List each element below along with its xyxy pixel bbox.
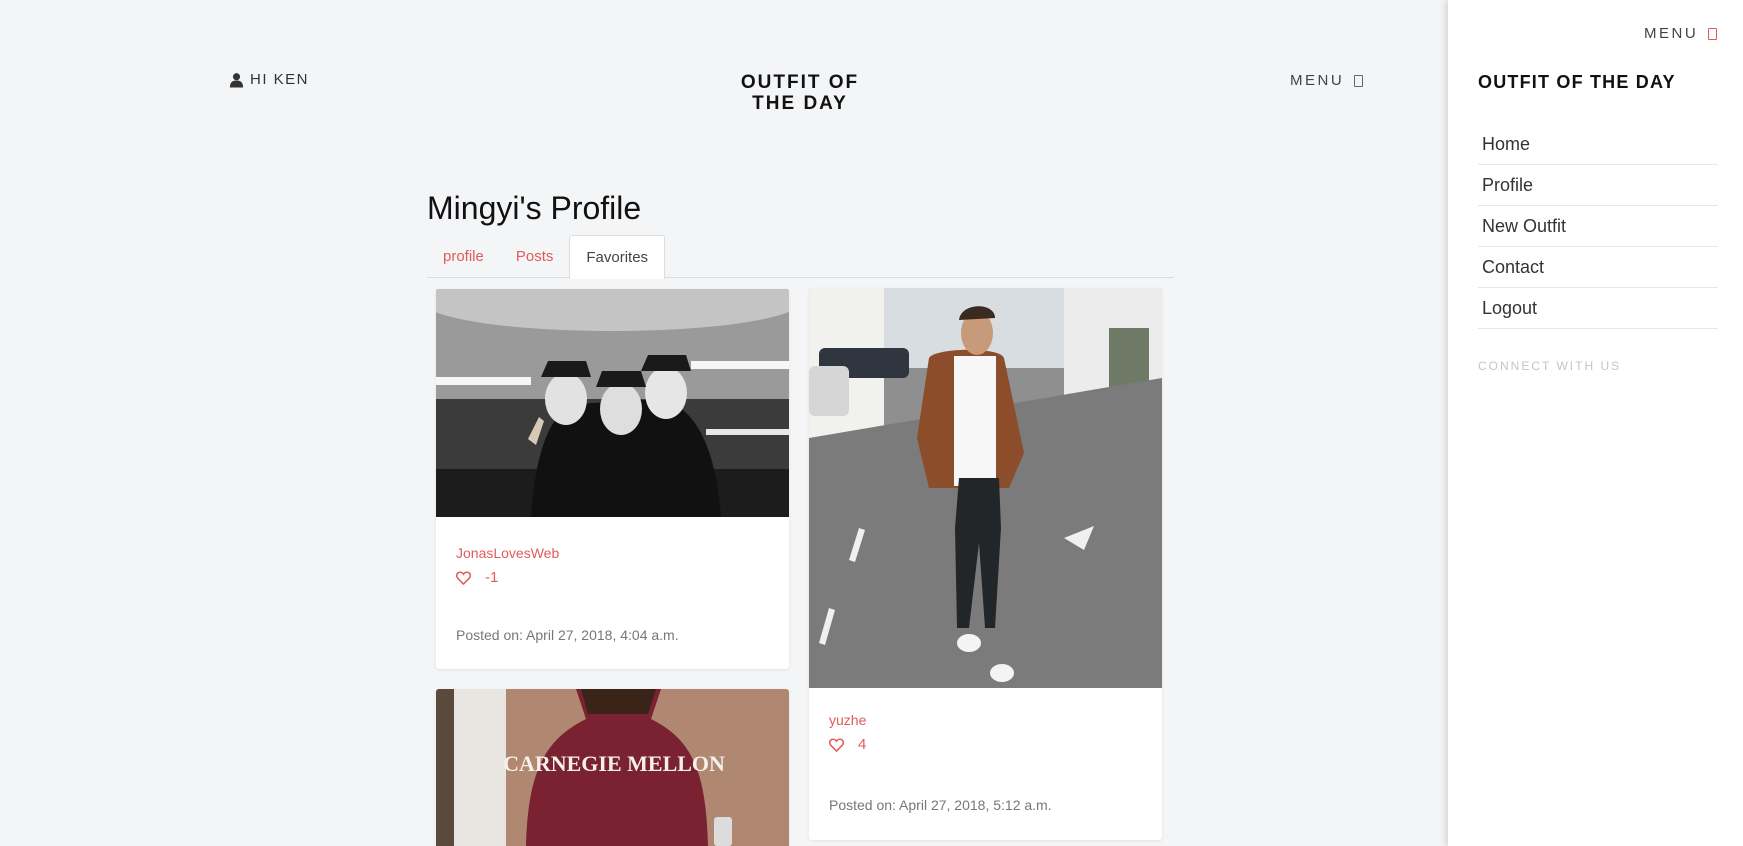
side-nav: Home Profile New Outfit Contact Logout [1478,124,1718,329]
post-likes: 4 [829,736,1142,753]
post-image[interactable] [436,289,789,517]
brand-line-2: THE DAY [752,93,848,114]
tab-profile[interactable]: profile [427,235,500,278]
nav-item-logout[interactable]: Logout [1478,288,1718,329]
nav-item-contact[interactable]: Contact [1478,247,1718,288]
post-card: JonasLovesWeb -1 Posted on: April 27, 20… [436,289,789,669]
panel-menu-label: MENU [1644,25,1699,42]
menu-icon [1354,74,1364,87]
side-menu-panel: MENU OUTFIT OF THE DAY Home Profile New … [1448,0,1743,846]
user-icon [229,72,244,87]
brand-line-1: OUTFIT OF [740,72,860,93]
likes-count: 4 [858,736,867,753]
nav-item-home[interactable]: Home [1478,124,1718,165]
post-date: Posted on: April 27, 2018, 4:04 a.m. [456,627,679,643]
page-title: Mingyi's Profile [427,190,642,226]
tab-favorites[interactable]: Favorites [569,235,666,279]
panel-brand[interactable]: OUTFIT OF THE DAY [1478,72,1676,93]
close-icon [1708,27,1718,40]
nav-item-profile[interactable]: Profile [1478,165,1718,206]
close-menu-button[interactable]: MENU [1644,25,1718,42]
page: HI KEN OUTFIT OF THE DAY MENU Mingyi's P… [0,0,1743,846]
user-greeting-link[interactable]: HI KEN [229,71,309,88]
heart-icon[interactable] [456,570,471,585]
post-card: yuzhe 4 Posted on: April 27, 2018, 5:12 … [809,288,1162,840]
heart-icon[interactable] [829,737,844,752]
post-likes: -1 [456,569,769,586]
site-brand[interactable]: OUTFIT OF THE DAY [710,72,890,114]
profile-tabs: profile Posts Favorites [427,235,1174,279]
nav-item-new-outfit[interactable]: New Outfit [1478,206,1718,247]
user-greeting-label: HI KEN [250,71,310,88]
sweatshirt-text: CARNEGIE MELLON [503,751,725,776]
post-author-link[interactable]: JonasLovesWeb [456,545,769,561]
menu-toggle-button[interactable]: MENU [1290,72,1364,89]
likes-count: -1 [485,569,499,586]
tab-posts[interactable]: Posts [500,235,570,278]
post-card: CARNEGIE MELLON [436,689,789,846]
post-date: Posted on: April 27, 2018, 5:12 a.m. [829,797,1052,813]
connect-heading: CONNECT WITH US [1478,359,1622,373]
post-image[interactable]: CARNEGIE MELLON [436,689,789,846]
post-author-link[interactable]: yuzhe [829,712,1142,728]
menu-label: MENU [1290,72,1345,89]
post-image[interactable] [809,288,1162,688]
